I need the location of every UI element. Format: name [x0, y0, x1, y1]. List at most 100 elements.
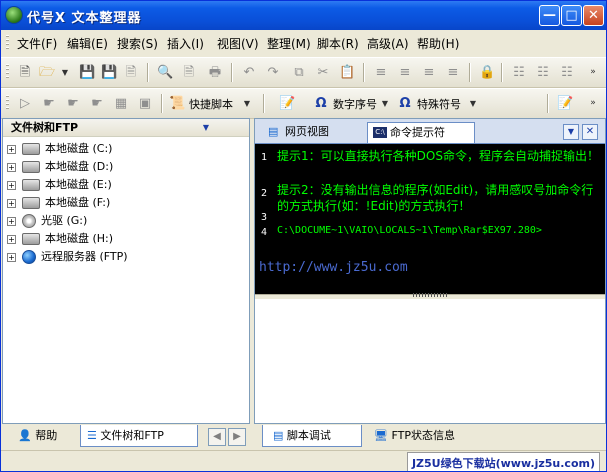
toolbar-separator	[231, 63, 232, 82]
menu-insert[interactable]: 插入(I)	[167, 35, 204, 52]
expand-icon[interactable]: +	[7, 216, 16, 226]
menubar-grip[interactable]	[6, 35, 9, 51]
drive-icon	[22, 179, 40, 191]
step-into-icon[interactable]: ☛	[65, 96, 81, 111]
tab-help[interactable]: 👤 帮助	[18, 425, 78, 447]
toolbar-separator	[263, 94, 264, 113]
toolbar-overflow-icon[interactable]: »	[585, 65, 601, 80]
breakpoint-icon[interactable]: ▦	[113, 96, 129, 111]
globe-icon	[22, 250, 36, 264]
toolbar-separator	[501, 63, 502, 82]
quick-script-dropdown[interactable]: 快捷脚本	[189, 96, 233, 112]
expand-icon[interactable]: +	[7, 162, 16, 172]
menu-file[interactable]: 文件(F)	[17, 35, 57, 52]
special-char-dropdown[interactable]: 特殊符号	[417, 96, 461, 112]
cmd-icon: C:\	[373, 127, 387, 138]
copy-icon[interactable]: ⧉	[291, 65, 307, 80]
new-file-icon[interactable]: 🗎	[17, 65, 33, 80]
expand-icon[interactable]: +	[7, 252, 16, 262]
menu-advanced[interactable]: 高级(A)	[367, 35, 409, 52]
print-preview-icon[interactable]: 🔍	[157, 65, 173, 80]
menu-organize[interactable]: 整理(M)	[267, 35, 311, 52]
expand-icon[interactable]: +	[7, 234, 16, 244]
toolbar2-overflow-icon[interactable]: »	[585, 96, 601, 111]
save-icon[interactable]: 💾	[79, 65, 95, 80]
stop-icon[interactable]: ▣	[137, 96, 153, 111]
find-icon[interactable]: ☷	[511, 65, 527, 80]
drive-icon	[22, 161, 40, 173]
menu-view[interactable]: 视图(V)	[217, 35, 259, 52]
edit-script-icon[interactable]: 📝	[279, 96, 295, 111]
quick-script-arrow-icon[interactable]: ▼	[239, 96, 255, 111]
redo-icon[interactable]: ↷	[265, 65, 281, 80]
step-icon[interactable]: ☛	[41, 96, 57, 111]
tab-command-prompt[interactable]: C:\ 命令提示符	[367, 122, 475, 143]
lock-icon[interactable]: 🔒	[479, 65, 495, 80]
tree-item-ftp[interactable]: + 远程服务器 (FTP)	[7, 248, 128, 266]
menu-help[interactable]: 帮助(H)	[417, 35, 459, 52]
open-folder-icon[interactable]: 🗁	[39, 65, 55, 80]
status-watermark: JZ5U绿色下载站(www.jz5u.com)	[406, 452, 600, 471]
replace-icon[interactable]: ☷	[559, 65, 575, 80]
save-all-icon[interactable]: 💾	[101, 65, 117, 80]
minimize-button[interactable]: —	[539, 5, 560, 26]
expand-icon[interactable]: +	[7, 144, 16, 154]
tab-script-debug[interactable]: ▤ 脚本调试	[262, 425, 362, 447]
outdent-icon[interactable]: ≡	[421, 65, 437, 80]
tab-web-view[interactable]: ▤ 网页视图	[263, 122, 363, 143]
run-icon[interactable]: ▷	[17, 96, 33, 111]
console-line: 提示1：可以直接执行各种DOS命令，程序会自动捕捉输出！	[277, 149, 599, 163]
cut-icon[interactable]: ✂	[315, 65, 331, 80]
panel-dropdown-icon[interactable]: ▼	[203, 119, 209, 136]
maximize-icon: □	[565, 8, 578, 23]
menu-search[interactable]: 搜索(S)	[117, 35, 158, 52]
title-bar[interactable]: 代号X 文本整理器 — □ ✕	[1, 1, 606, 30]
splitter[interactable]	[255, 293, 605, 299]
indent-icon[interactable]: ≡	[373, 65, 389, 80]
line-number: 4	[261, 227, 268, 238]
scroll-right-icon[interactable]: ▶	[228, 428, 246, 446]
tree-item-h[interactable]: + 本地磁盘 (H:)	[7, 230, 113, 248]
scroll-left-icon[interactable]: ◀	[208, 428, 226, 446]
tab-file-tree[interactable]: ☰ 文件树和FTP	[80, 425, 198, 447]
file-tree-header[interactable]: 文件树和FTP ▼	[3, 119, 249, 137]
tab-list-icon[interactable]: ▼	[563, 124, 579, 140]
toolbar2-grip[interactable]	[6, 95, 9, 111]
tree-item-g[interactable]: + 光驱 (G:)	[7, 212, 87, 230]
toolbar-separator	[161, 94, 162, 113]
tree-item-d[interactable]: + 本地磁盘 (D:)	[7, 158, 113, 176]
step-over-icon[interactable]: ☛	[89, 96, 105, 111]
command-console[interactable]: 1 提示1：可以直接执行各种DOS命令，程序会自动捕捉输出！ 2 提示2：没有输…	[255, 144, 605, 294]
toolbar-grip[interactable]	[6, 64, 9, 80]
status-bar: JZ5U绿色下载站(www.jz5u.com)	[1, 450, 606, 471]
tree-item-f[interactable]: + 本地磁盘 (F:)	[7, 194, 110, 212]
number-index-dropdown[interactable]: 数字序号	[333, 96, 377, 112]
close-file-icon[interactable]: 🗎	[123, 65, 139, 80]
tab-ftp-status[interactable]: 🖥 FTP状态信息	[374, 425, 494, 447]
close-tab-icon[interactable]: ✕	[582, 124, 598, 140]
print-icon[interactable]: 🖶	[207, 65, 223, 80]
window-title: 代号X 文本整理器	[27, 11, 142, 26]
maximize-button[interactable]: □	[561, 5, 582, 26]
file-tree-panel: 文件树和FTP ▼ + 本地磁盘 (C:) + 本地磁盘 (D:) + 本地磁盘 (E…	[2, 118, 250, 424]
menu-script[interactable]: 脚本(R)	[317, 35, 359, 52]
tree-item-e[interactable]: + 本地磁盘 (E:)	[7, 176, 112, 194]
number-index-arrow-icon[interactable]: ▼	[377, 96, 393, 111]
undo-icon[interactable]: ↶	[241, 65, 257, 80]
edit-note-icon[interactable]: 📝	[557, 96, 573, 111]
paste-icon[interactable]: 📋	[339, 65, 355, 80]
open-dropdown-icon[interactable]: ▼	[57, 65, 73, 80]
expand-icon[interactable]: +	[7, 180, 16, 190]
close-button[interactable]: ✕	[583, 5, 604, 26]
app-icon	[6, 7, 22, 23]
align-icon[interactable]: ≡	[397, 65, 413, 80]
special-char-arrow-icon[interactable]: ▼	[465, 96, 481, 111]
line-number: 3	[261, 212, 268, 223]
minimize-icon: —	[543, 8, 556, 23]
page-setup-icon[interactable]: 🗎	[181, 65, 197, 80]
expand-icon[interactable]: +	[7, 198, 16, 208]
menu-edit[interactable]: 编辑(E)	[67, 35, 108, 52]
find-next-icon[interactable]: ☷	[535, 65, 551, 80]
tree-item-c[interactable]: + 本地磁盘 (C:)	[7, 140, 112, 158]
format-icon[interactable]: ≡	[445, 65, 461, 80]
